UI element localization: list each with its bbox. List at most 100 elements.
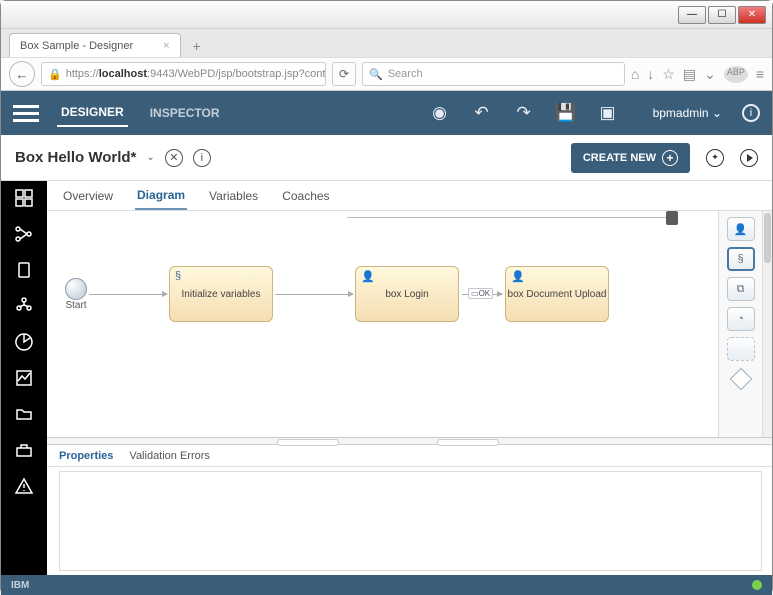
sidebar-toolkit-icon[interactable] xyxy=(13,439,35,461)
browser-icon-group: ⌂ ↓ ☆ ▤ ⌄ ABP ≡ xyxy=(631,66,764,83)
save-icon[interactable]: 💾 xyxy=(555,102,577,124)
bottom-tabs: Properties Validation Errors xyxy=(47,445,772,467)
plus-icon: + xyxy=(662,150,678,166)
process-header: Box Hello World* ⌄ ✕ i CREATE NEW + ✦ xyxy=(1,135,772,181)
browser-tab-strip: Box Sample - Designer × + xyxy=(1,29,772,57)
chevron-down-icon: ⌄ xyxy=(712,106,722,120)
process-info-button[interactable]: i xyxy=(193,149,211,167)
start-label: Start xyxy=(65,300,86,311)
flow-arrow xyxy=(89,294,167,295)
address-bar[interactable]: 🔒 https://localhost:9443/WebPD/jsp/boots… xyxy=(41,62,326,86)
diagram-canvas[interactable]: Start § Initialize variables 👤 box Login xyxy=(47,211,718,437)
create-new-label: CREATE NEW xyxy=(583,152,656,164)
downloads-icon[interactable]: ↓ xyxy=(647,66,654,83)
status-indicator-icon xyxy=(752,580,762,590)
flow-diagram: Start § Initialize variables 👤 box Login xyxy=(65,266,609,322)
lock-icon: 🔒 xyxy=(48,68,62,81)
palette-subprocess-icon[interactable] xyxy=(727,337,755,361)
start-circle-icon xyxy=(65,278,87,300)
browser-search-box[interactable]: 🔍 Search xyxy=(362,62,625,86)
canvas-wrap: Start § Initialize variables 👤 box Login xyxy=(47,211,772,437)
tab-variables[interactable]: Variables xyxy=(207,183,260,209)
checkpoint-icon[interactable]: ▣ xyxy=(597,102,619,124)
palette-event-icon[interactable]: ◔ xyxy=(727,307,755,331)
goals-button[interactable]: ✦ xyxy=(706,149,724,167)
sidebar-grid-icon[interactable] xyxy=(13,187,35,209)
sidebar-performance-icon[interactable] xyxy=(13,367,35,389)
splitter-handle[interactable] xyxy=(47,437,772,445)
home-icon[interactable]: ⌂ xyxy=(631,66,639,83)
window-maximize-button[interactable]: ☐ xyxy=(708,6,736,24)
palette-gateway-icon[interactable] xyxy=(729,368,752,391)
tab-coaches[interactable]: Coaches xyxy=(280,183,331,209)
horizontal-scrollbar[interactable] xyxy=(347,215,678,221)
tab-close-icon[interactable]: × xyxy=(163,40,169,52)
browser-tab-title: Box Sample - Designer xyxy=(20,40,133,52)
app-topbar: DESIGNER INSPECTOR ◉ ↶ ↷ 💾 ▣ bpmadmin ⌄ … xyxy=(1,91,772,135)
task-label: Initialize variables xyxy=(182,289,261,300)
sidebar-data-icon[interactable] xyxy=(13,331,35,353)
palette-script-task-icon[interactable]: § xyxy=(727,247,755,271)
flow-arrow xyxy=(275,294,353,295)
task-initialize-variables[interactable]: § Initialize variables xyxy=(169,266,273,322)
properties-panel xyxy=(59,471,762,571)
browser-tab[interactable]: Box Sample - Designer × xyxy=(9,33,181,57)
process-title: Box Hello World* xyxy=(15,149,136,166)
help-icon[interactable]: i xyxy=(742,104,760,122)
sidebar-errors-icon[interactable] xyxy=(13,475,35,497)
undo-icon[interactable]: ↶ xyxy=(471,102,493,124)
list-icon[interactable]: ▤ xyxy=(683,66,696,83)
start-node[interactable]: Start xyxy=(65,278,87,311)
new-tab-button[interactable]: + xyxy=(185,35,209,57)
window-close-button[interactable]: ✕ xyxy=(738,6,766,24)
tab-designer[interactable]: DESIGNER xyxy=(57,99,128,127)
run-button[interactable] xyxy=(740,149,758,167)
reload-button[interactable]: ⟳ xyxy=(332,62,356,86)
tab-inspector[interactable]: INSPECTOR xyxy=(146,100,224,126)
user-task-icon: 👤 xyxy=(511,270,525,283)
bookmark-icon[interactable]: ☆ xyxy=(662,66,675,83)
tab-overview[interactable]: Overview xyxy=(61,183,115,209)
vertical-scrollbar[interactable] xyxy=(762,211,772,437)
work-area: Overview Diagram Variables Coaches Start… xyxy=(1,181,772,575)
script-icon: § xyxy=(175,270,181,282)
create-new-button[interactable]: CREATE NEW + xyxy=(571,143,690,173)
brand-label: IBM xyxy=(11,580,29,591)
left-sidebar xyxy=(1,181,47,575)
window-minimize-button[interactable]: — xyxy=(678,6,706,24)
sidebar-teams-icon[interactable] xyxy=(13,295,35,317)
window-titlebar: — ☐ ✕ xyxy=(1,1,772,29)
pocket-icon[interactable]: ⌄ xyxy=(704,66,716,83)
abp-icon[interactable]: ABP xyxy=(724,66,748,83)
redo-icon[interactable]: ↷ xyxy=(513,102,535,124)
browser-toolbar: ← 🔒 https://localhost:9443/WebPD/jsp/boo… xyxy=(1,57,772,91)
task-label: box Login xyxy=(385,289,428,300)
search-icon: 🔍 xyxy=(369,68,383,81)
palette-link-icon[interactable]: ⧉ xyxy=(727,277,755,301)
arrow-label-ok: ▭OK xyxy=(468,288,493,299)
tab-properties[interactable]: Properties xyxy=(59,450,113,462)
back-button[interactable]: ← xyxy=(9,61,35,87)
snapshot-icon[interactable]: ◉ xyxy=(429,102,451,124)
url-text: https://localhost:9443/WebPD/jsp/bootstr… xyxy=(66,68,326,80)
user-menu[interactable]: bpmadmin ⌄ xyxy=(653,106,722,120)
task-box-login[interactable]: 👤 box Login xyxy=(355,266,459,322)
editor-tabs: Overview Diagram Variables Coaches xyxy=(47,181,772,211)
menu-icon[interactable]: ≡ xyxy=(756,66,764,83)
tab-validation-errors[interactable]: Validation Errors xyxy=(129,450,210,462)
task-label: box Document Upload xyxy=(508,289,607,300)
sidebar-process-icon[interactable] xyxy=(13,223,35,245)
sidebar-files-icon[interactable] xyxy=(13,403,35,425)
status-bar: IBM xyxy=(1,575,772,595)
tab-diagram[interactable]: Diagram xyxy=(135,182,187,210)
close-process-button[interactable]: ✕ xyxy=(165,149,183,167)
palette-user-task-icon[interactable]: 👤 xyxy=(727,217,755,241)
search-placeholder: Search xyxy=(388,68,423,80)
main-panel: Overview Diagram Variables Coaches Start… xyxy=(47,181,772,575)
hamburger-menu-button[interactable] xyxy=(13,101,39,126)
task-box-document-upload[interactable]: 👤 box Document Upload xyxy=(505,266,609,322)
process-dropdown-icon[interactable]: ⌄ xyxy=(146,152,154,163)
palette: 👤 § ⧉ ◔ xyxy=(718,211,762,437)
sidebar-ui-icon[interactable] xyxy=(13,259,35,281)
user-task-icon: 👤 xyxy=(361,270,375,283)
